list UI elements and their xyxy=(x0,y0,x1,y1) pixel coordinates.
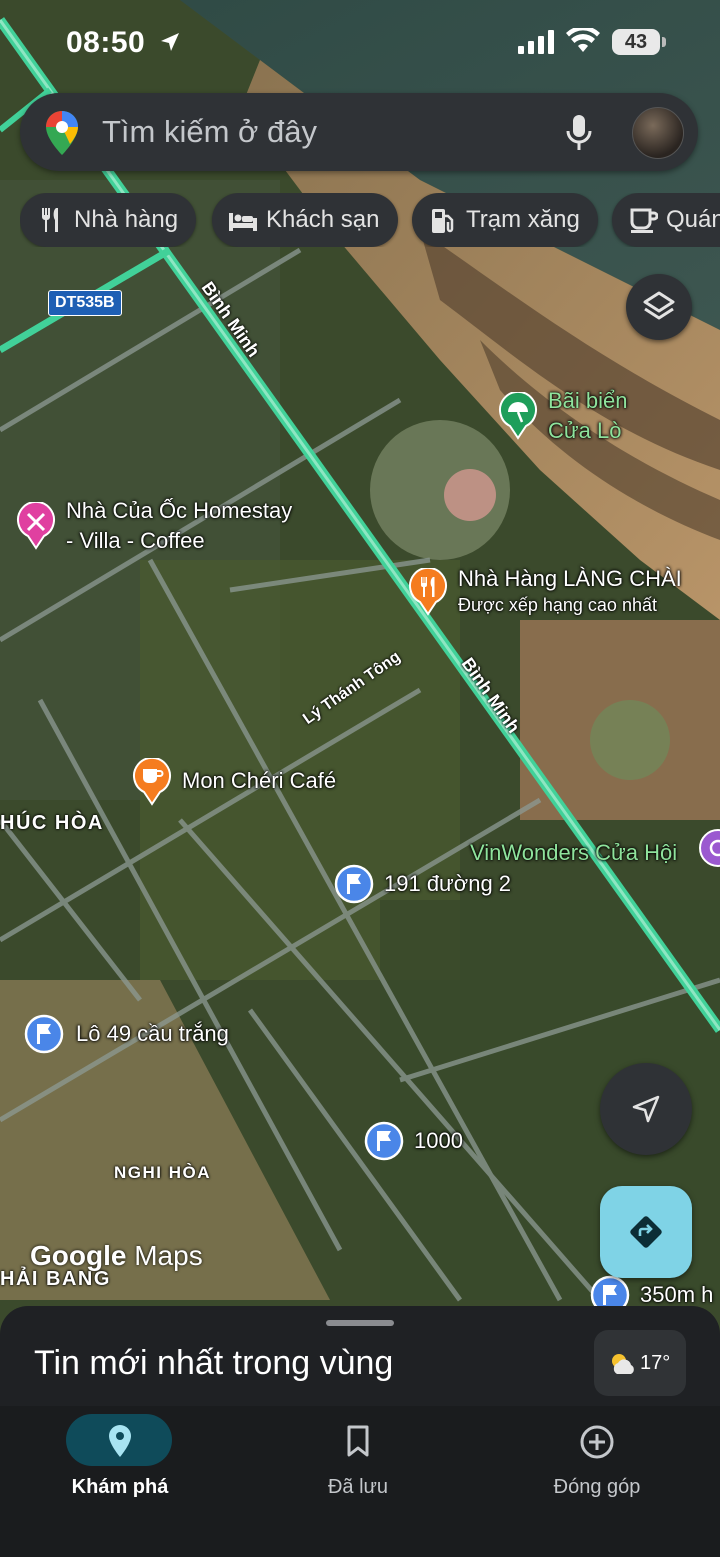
battery-tip xyxy=(662,37,666,47)
navigation-arrow-icon xyxy=(632,1095,660,1123)
chip-label: Nhà hàng xyxy=(74,206,179,233)
poi-name: Bãi biển xyxy=(548,388,628,413)
nav-saved[interactable]: Đã lưu xyxy=(238,1406,478,1557)
bottom-navigation: Khám phá Đã lưu Đóng góp xyxy=(0,1406,720,1557)
battery-indicator: 43 xyxy=(612,29,660,55)
place-flag-marker[interactable] xyxy=(334,864,374,904)
status-time: 08:50 xyxy=(66,26,146,59)
attribution-maps: Maps xyxy=(134,1240,203,1271)
layers-icon xyxy=(643,291,675,320)
sheet-title: Tin mới nhất trong vùng xyxy=(34,1344,394,1382)
poi-label-restaurant[interactable]: Nhà Hàng LÀNG CHÀI Được xếp hạng cao nhấ… xyxy=(458,564,682,620)
fork-knife-icon xyxy=(42,208,58,232)
chip-hotels[interactable]: Khách sạn xyxy=(212,193,398,247)
search-bar[interactable]: Tìm kiếm ở đây xyxy=(20,93,698,171)
poi-label-cafe[interactable]: Mon Chéri Café xyxy=(182,766,336,796)
poi-label-1000[interactable]: 1000 xyxy=(414,1126,463,1156)
partly-cloudy-icon xyxy=(612,1354,634,1374)
chip-gas-stations[interactable]: Trạm xăng xyxy=(412,193,598,247)
search-input[interactable]: Tìm kiếm ở đây xyxy=(102,114,317,150)
nav-contribute[interactable]: Đóng góp xyxy=(477,1406,717,1557)
google-maps-attribution: Google Maps xyxy=(30,1240,203,1272)
google-maps-logo-icon xyxy=(46,111,78,155)
weather-chip[interactable]: 17° xyxy=(594,1330,686,1396)
chip-label: Trạm xăng xyxy=(466,206,580,233)
chip-label: Khách sạn xyxy=(266,206,380,233)
nav-label: Đã lưu xyxy=(327,1476,389,1498)
sheet-drag-handle[interactable] xyxy=(326,1320,394,1326)
attribution-google: Google xyxy=(30,1240,127,1271)
area-label-phuc-hoa: HÚC HÒA xyxy=(0,812,104,834)
gas-station-icon xyxy=(432,209,454,233)
map-layers-button[interactable] xyxy=(626,274,692,340)
bookmark-icon xyxy=(347,1425,369,1457)
place-flag-marker[interactable] xyxy=(24,1014,64,1054)
route-badge: DT535B xyxy=(48,290,122,316)
coffee-cup-icon xyxy=(630,208,658,233)
chip-restaurants[interactable]: Nhà hàng xyxy=(20,193,196,247)
poi-label-lo49[interactable]: Lô 49 cầu trắng xyxy=(76,1019,229,1049)
location-arrow-icon xyxy=(161,33,179,51)
directions-icon xyxy=(630,1216,662,1248)
poi-name: - Villa - Coffee xyxy=(66,528,205,553)
vinwonders-marker[interactable] xyxy=(698,828,720,868)
chip-cafes[interactable]: Quán xyxy=(612,193,720,247)
poi-label-vinwonders[interactable]: VinWonders Cửa Hội xyxy=(470,838,677,868)
nav-label: Khám phá xyxy=(71,1476,169,1498)
microphone-icon[interactable] xyxy=(564,113,594,153)
location-pin-icon xyxy=(109,1425,131,1457)
nav-label: Đóng góp xyxy=(553,1476,641,1498)
status-bar: 08:50 43 xyxy=(0,0,720,86)
plus-circle-icon xyxy=(580,1425,614,1459)
bed-icon xyxy=(229,213,257,231)
weather-temperature: 17° xyxy=(640,1352,671,1374)
area-label-nghi-hoa: NGHI HÒA xyxy=(114,1163,211,1182)
restaurant-marker[interactable] xyxy=(408,568,448,616)
poi-subtitle: Được xếp hạng cao nhất xyxy=(458,595,657,615)
chip-label: Quán xyxy=(666,206,720,233)
place-flag-marker[interactable] xyxy=(364,1121,404,1161)
poi-label-homestay[interactable]: Nhà Của Ốc Homestay - Villa - Coffee xyxy=(66,496,292,556)
nav-explore[interactable]: Khám phá xyxy=(0,1406,240,1557)
my-location-button[interactable] xyxy=(600,1063,692,1155)
account-avatar[interactable] xyxy=(632,107,684,159)
homestay-marker[interactable] xyxy=(16,502,56,550)
category-chips: Nhà hàng Khách sạn Trạm xăng Quán xyxy=(20,193,720,247)
poi-name: Nhà Của Ốc Homestay xyxy=(66,498,293,523)
beach-marker[interactable] xyxy=(498,392,538,440)
poi-label-beach[interactable]: Bãi biển Cửa Lò xyxy=(548,386,628,446)
poi-label-191[interactable]: 191 đường 2 xyxy=(384,869,511,899)
wifi-icon xyxy=(566,28,600,52)
poi-name: Cửa Lò xyxy=(548,418,622,443)
cellular-signal-icon xyxy=(518,30,554,54)
directions-button[interactable] xyxy=(600,1186,692,1278)
cafe-marker[interactable] xyxy=(132,758,172,806)
